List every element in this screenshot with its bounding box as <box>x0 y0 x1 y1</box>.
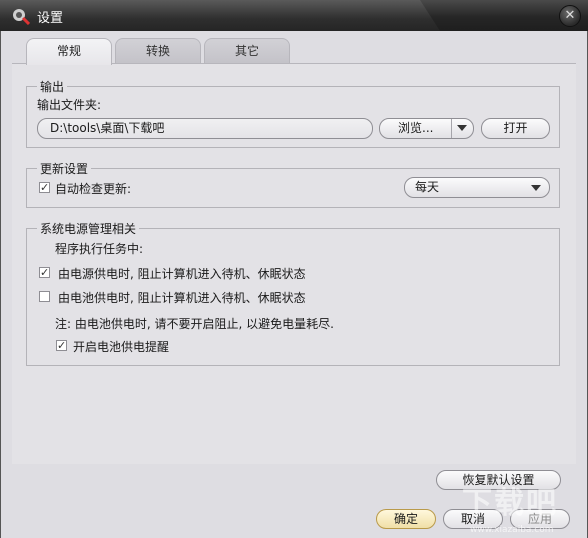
window-title: 设置 <box>37 11 64 26</box>
watermark-url: www.xiazaiba.com <box>470 525 554 535</box>
browse-button-label: 浏览... <box>398 121 434 135</box>
power-subtitle: 程序执行任务中: <box>55 242 144 256</box>
prevent-sleep-battery-label: 由电池供电时, 阻止计算机进入待机、休眠状态 <box>58 291 306 305</box>
output-group-title: 输出 <box>37 78 68 95</box>
browse-dropdown-toggle[interactable] <box>451 119 473 138</box>
auto-check-label: 自动检查更新: <box>55 182 132 196</box>
title-bar: 设置 ✕ <box>0 0 588 31</box>
title-bar-shape <box>0 0 440 31</box>
tab-general[interactable]: 常规 <box>26 38 112 65</box>
watermark-logo: 下载吧 <box>462 486 558 521</box>
browse-button[interactable]: 浏览... <box>379 118 474 139</box>
ok-button[interactable]: 确定 <box>376 509 436 529</box>
chevron-down-icon <box>531 185 541 191</box>
chevron-down-icon <box>457 125 467 131</box>
prevent-sleep-ac-label: 由电源供电时, 阻止计算机进入待机、休眠状态 <box>58 267 306 281</box>
update-frequency-value: 每天 <box>415 180 440 194</box>
output-folder-input[interactable]: D:\tools\桌面\下载吧 <box>37 118 373 139</box>
battery-reminder-label: 开启电池供电提醒 <box>73 340 170 354</box>
tab-convert[interactable]: 转换 <box>115 38 201 64</box>
auto-check-checkbox[interactable]: ✓ <box>39 182 50 193</box>
update-frequency-select[interactable]: 每天 <box>404 177 550 198</box>
output-folder-label: 输出文件夹: <box>37 98 102 112</box>
update-group-title: 更新设置 <box>37 160 92 177</box>
close-button[interactable]: ✕ <box>559 5 581 27</box>
power-group-title: 系统电源管理相关 <box>37 220 140 237</box>
battery-reminder-checkbox[interactable]: ✓ <box>56 340 67 351</box>
tab-other[interactable]: 其它 <box>204 38 290 64</box>
open-folder-button[interactable]: 打开 <box>481 118 550 139</box>
battery-note: 注: 由电池供电时, 请不要开启阻止, 以避免电量耗尽. <box>55 317 334 331</box>
app-logo-icon <box>13 9 30 25</box>
prevent-sleep-battery-checkbox[interactable] <box>39 291 50 302</box>
prevent-sleep-ac-checkbox[interactable]: ✓ <box>39 267 50 278</box>
